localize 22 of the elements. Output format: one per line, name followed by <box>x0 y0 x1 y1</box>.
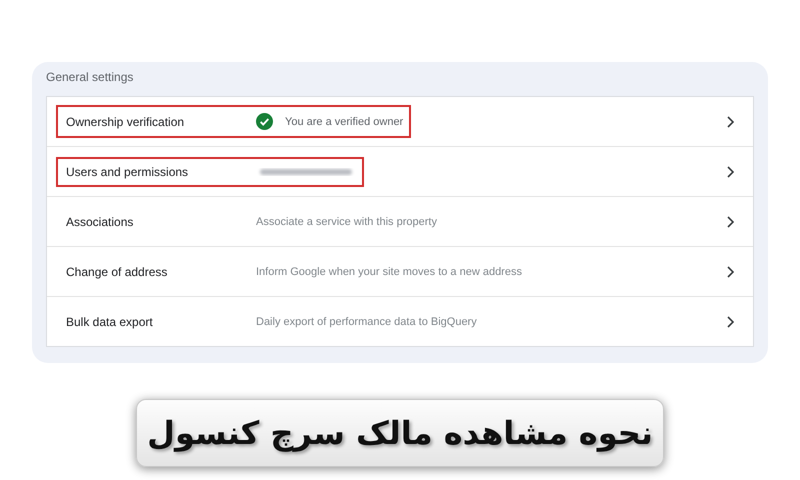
row-label: Associations <box>66 214 134 228</box>
row-description: Daily export of performance data to BigQuery <box>256 316 477 328</box>
check-circle-icon <box>256 113 273 130</box>
row-label: Change of address <box>66 264 168 278</box>
settings-row[interactable]: Users and permissions <box>47 146 753 196</box>
settings-row[interactable]: Bulk data export Daily export of performance data to BigQuery <box>47 296 753 346</box>
status-text: You are a verified owner <box>285 116 404 128</box>
section-title: General settings <box>46 70 134 84</box>
settings-row[interactable]: Associations Associate a service with this property <box>47 196 753 246</box>
chevron-right-icon <box>725 216 735 228</box>
chevron-right-icon <box>725 316 735 328</box>
settings-row[interactable]: Change of address Inform Google when your site moves to a new address <box>47 246 753 296</box>
chevron-right-icon <box>725 266 735 278</box>
row-label: Bulk data export <box>66 314 154 328</box>
row-description: Inform Google when your site moves to a new address <box>256 266 522 278</box>
banner-title: نحوه مشاهده مالک سرچ کنسول <box>147 414 653 452</box>
row-label: Ownership verification <box>66 114 186 128</box>
row-label: Users and permissions <box>66 164 190 178</box>
row-description: Associate a service with this property <box>256 216 437 228</box>
chevron-right-icon <box>725 116 735 128</box>
settings-row[interactable]: Ownership verification You are a verified owner <box>47 97 753 146</box>
chevron-right-icon <box>725 166 735 178</box>
